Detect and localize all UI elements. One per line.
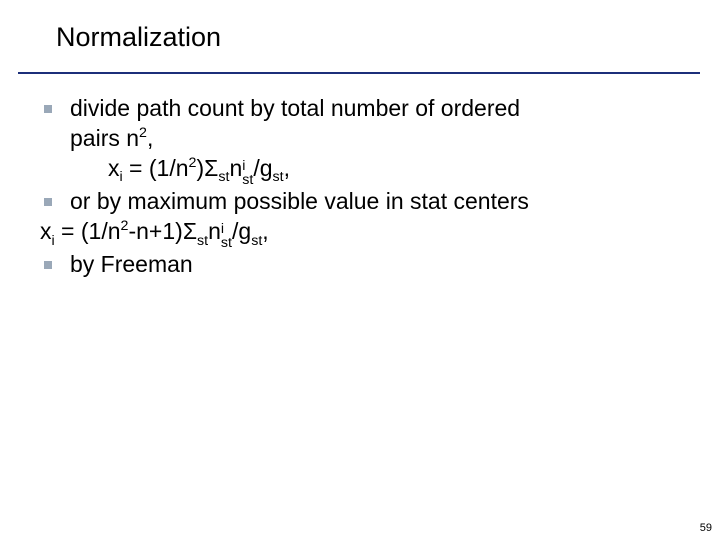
bullet-1-line-1: divide path count by total number of ord… — [70, 95, 520, 121]
slide-title: Normalization — [56, 22, 221, 53]
square-bullet-icon — [44, 198, 52, 206]
bullet-item-1: divide path count by total number of ord… — [34, 94, 686, 154]
bullet-1-line-2: pairs n2, — [70, 125, 153, 151]
text-frag: , — [262, 218, 268, 244]
text-frag: = (1/n — [55, 218, 121, 244]
text-frag: , — [284, 155, 290, 181]
square-bullet-icon — [44, 105, 52, 113]
page-number: 59 — [700, 522, 712, 534]
slide: Normalization divide path count by total… — [0, 0, 720, 540]
sigma-symbol: Σ — [204, 155, 218, 181]
subscript: i — [120, 169, 123, 185]
body: divide path count by total number of ord… — [34, 94, 686, 280]
square-bullet-icon — [44, 261, 52, 269]
superscript: 2 — [121, 218, 129, 234]
text-frag: x — [108, 155, 120, 181]
bullet-2-text: or by maximum possible value in stat cen… — [70, 188, 529, 214]
bullet-3-text: by Freeman — [70, 251, 193, 277]
text-frag: = (1/n — [123, 155, 189, 181]
subscript: st — [273, 169, 284, 185]
text-frag: pairs n — [70, 125, 139, 151]
supsub: ist — [221, 223, 232, 250]
formula-1: xi = (1/n2)Σstnist/gst, — [34, 154, 686, 187]
subscript: st — [218, 169, 229, 185]
text-frag: /g — [232, 218, 251, 244]
superscript: 2 — [139, 125, 147, 141]
text-frag: n — [208, 218, 221, 244]
subscript: st — [221, 237, 232, 251]
text-frag: /g — [253, 155, 272, 181]
sigma-symbol: Σ — [183, 218, 197, 244]
subscript: st — [197, 233, 208, 249]
subscript: st — [251, 233, 262, 249]
text-frag: x — [40, 218, 52, 244]
text-frag: -n+1) — [128, 218, 182, 244]
formula-2: xi = (1/n2-n+1)Σstnist/gst, — [34, 217, 686, 250]
superscript: 2 — [189, 155, 197, 171]
subscript: i — [52, 233, 55, 249]
subscript: st — [242, 174, 253, 188]
text-frag: n — [229, 155, 242, 181]
text-frag: , — [147, 125, 153, 151]
bullet-item-3: by Freeman — [34, 250, 686, 280]
bullet-item-2: or by maximum possible value in stat cen… — [34, 187, 686, 217]
title-underline — [18, 72, 700, 74]
text-frag: ) — [196, 155, 204, 181]
supsub: ist — [242, 160, 253, 187]
